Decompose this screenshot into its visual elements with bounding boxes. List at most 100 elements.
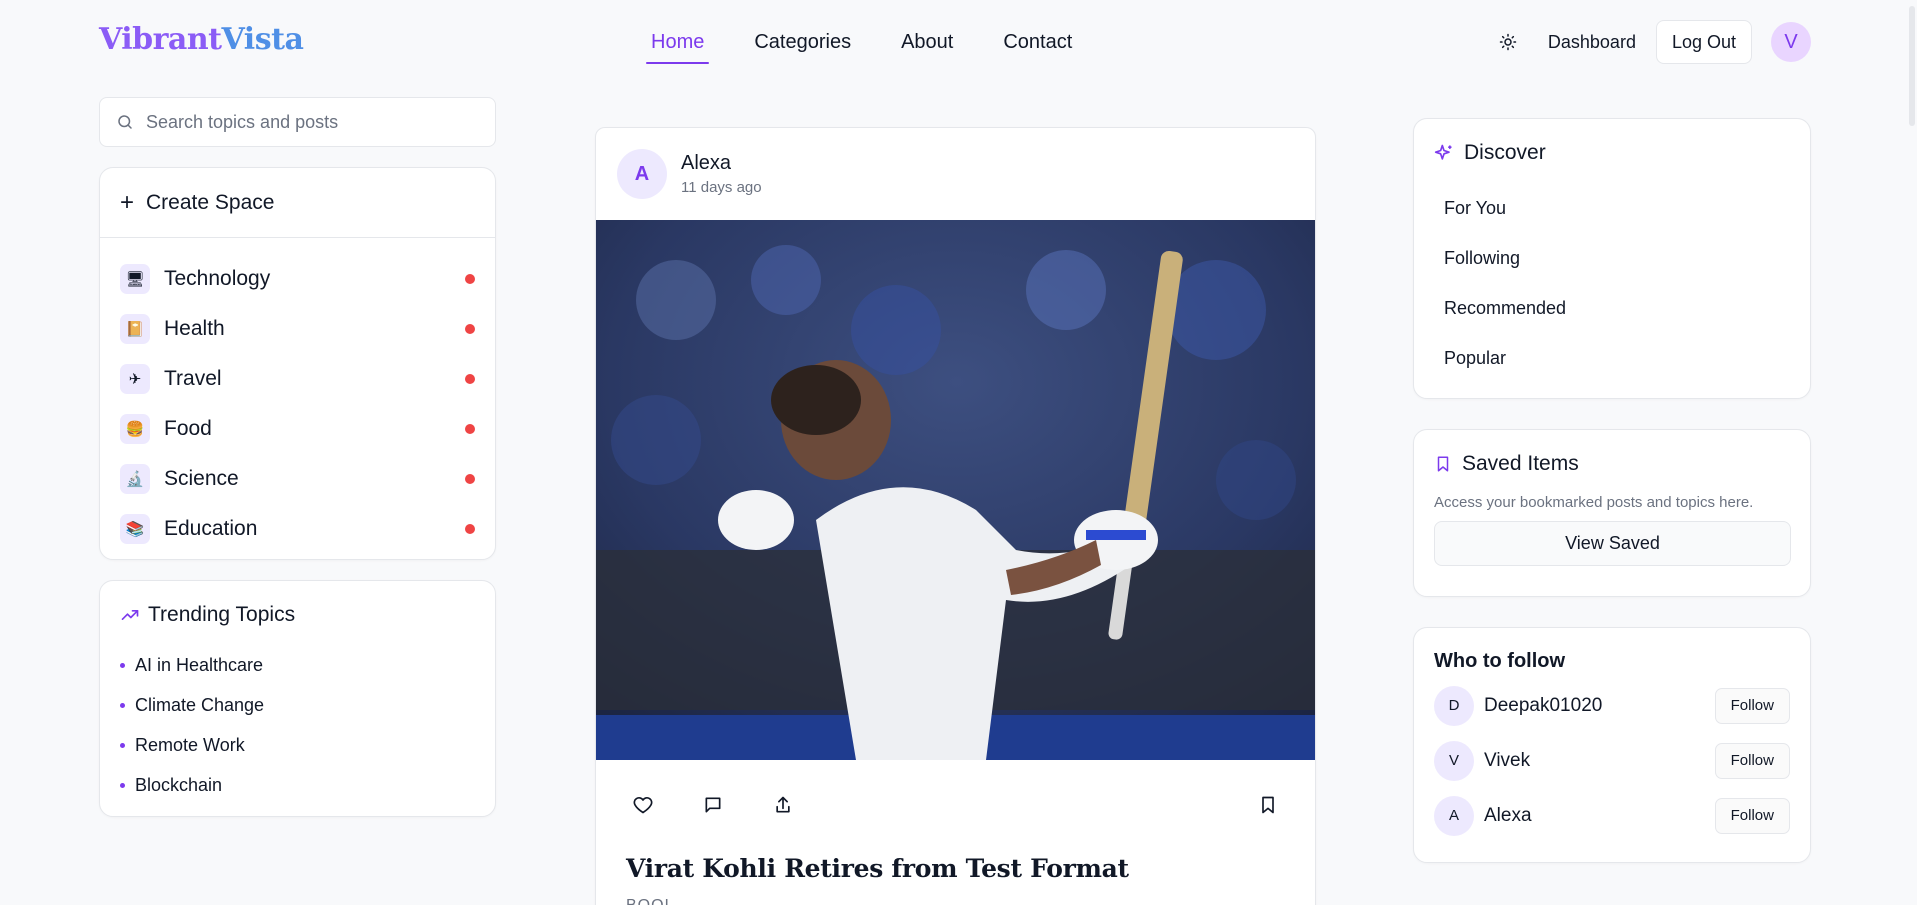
post-card: A Alexa 11 days ago Virat Kohli Retires … (595, 127, 1316, 905)
space-item-technology[interactable]: 🖥 Technology (100, 254, 495, 304)
follow-row: A Alexa Follow (1434, 788, 1790, 843)
trending-title-text: Trending Topics (148, 603, 296, 626)
search-input[interactable] (146, 111, 476, 133)
comment-button[interactable] (701, 793, 725, 817)
discover-item-recommended[interactable]: Recommended (1434, 283, 1790, 333)
nav-categories[interactable]: Categories (749, 21, 856, 64)
avatar[interactable]: V (1434, 740, 1474, 781)
trending-up-icon (121, 610, 139, 620)
unread-dot (465, 274, 475, 284)
space-list: 🖥 Technology 📔 Health ✈ Travel 🍔 Food 🔬 … (100, 238, 495, 554)
unread-dot (465, 524, 475, 534)
brand-part-2: Vista (221, 22, 304, 57)
logout-button[interactable]: Log Out (1655, 20, 1752, 64)
space-item-food[interactable]: 🍔 Food (100, 404, 495, 454)
view-saved-button[interactable]: View Saved (1434, 521, 1791, 566)
discover-item-for-you[interactable]: For You (1434, 183, 1790, 233)
saved-title: Saved Items (1434, 452, 1790, 476)
brand-logo[interactable]: VibrantVista (99, 22, 304, 57)
search-box (99, 97, 496, 147)
unread-dot (465, 374, 475, 384)
bullet-dot (120, 702, 125, 708)
trending-item[interactable]: AI in Healthcare (120, 645, 475, 685)
sparkles-icon (1434, 144, 1452, 160)
share-button[interactable] (771, 793, 795, 817)
post-author-avatar[interactable]: A (617, 149, 667, 199)
trending-item-label: Climate Change (135, 694, 265, 715)
discover-title: Discover (1434, 141, 1790, 165)
follow-user-name[interactable]: Vivek (1484, 750, 1715, 772)
saved-title-text: Saved Items (1462, 452, 1579, 475)
bookmark-icon (1262, 796, 1274, 814)
plus-icon: + (120, 188, 135, 216)
trending-item[interactable]: Remote Work (120, 725, 475, 765)
post-header: A Alexa 11 days ago (596, 128, 1315, 220)
space-label: Technology (164, 267, 271, 290)
brand-part-1: Vibrant (99, 22, 222, 57)
sun-icon (1499, 33, 1517, 51)
user-avatar[interactable]: V (1771, 22, 1811, 62)
trending-item[interactable]: Blockchain (120, 765, 475, 805)
space-label: Food (164, 417, 212, 440)
scrollbar-thumb[interactable] (1909, 6, 1915, 126)
follow-row: D Deepak01020 Follow (1434, 678, 1790, 733)
follow-button[interactable]: Follow (1714, 797, 1790, 834)
discover-item-popular[interactable]: Popular (1434, 333, 1790, 383)
dashboard-link[interactable]: Dashboard (1548, 32, 1636, 53)
create-space-label: Create Space (146, 190, 275, 214)
notebook-icon: 📔 (120, 314, 150, 344)
follow-button[interactable]: Follow (1714, 742, 1790, 779)
top-header: VibrantVista Home Categories About Conta… (0, 0, 1917, 84)
discover-title-text: Discover (1464, 141, 1546, 164)
post-title[interactable]: Virat Kohli Retires from Test Format (596, 854, 1315, 883)
like-button[interactable] (631, 793, 655, 817)
nav-about[interactable]: About (896, 21, 958, 64)
follow-list: D Deepak01020 Follow V Vivek Follow A Al… (1434, 678, 1790, 843)
spaces-card: + Create Space 🖥 Technology 📔 Health ✈ T… (99, 167, 496, 560)
bookmark-button[interactable] (1256, 793, 1280, 817)
discover-item-following[interactable]: Following (1434, 233, 1790, 283)
post-actions (596, 760, 1315, 850)
trending-item-label: Blockchain (135, 774, 223, 795)
nav-contact[interactable]: Contact (998, 21, 1077, 64)
post-image[interactable] (596, 220, 1315, 760)
space-item-education[interactable]: 📚 Education (100, 504, 495, 554)
who-to-follow-card: Who to follow D Deepak01020 Follow V Viv… (1413, 627, 1811, 863)
follow-button[interactable]: Follow (1714, 687, 1790, 724)
bullet-dot (120, 782, 125, 788)
saved-description: Access your bookmarked posts and topics … (1434, 494, 1754, 511)
bookmark-icon (1437, 456, 1449, 472)
comment-icon (705, 797, 721, 813)
main-nav: Home Categories About Contact (646, 0, 1117, 84)
trending-item-label: Remote Work (135, 734, 245, 755)
space-label: Travel (164, 367, 222, 390)
header-actions: Dashboard Log Out V (1490, 20, 1811, 64)
space-item-science[interactable]: 🔬 Science (100, 454, 495, 504)
saved-items-card: Saved Items Access your bookmarked posts… (1413, 429, 1811, 597)
page-scrollbar[interactable] (1905, 0, 1917, 905)
computer-icon: 🖥 (120, 264, 150, 294)
theme-toggle-button[interactable] (1490, 24, 1526, 60)
follow-row: V Vivek Follow (1434, 733, 1790, 788)
follow-user-name[interactable]: Alexa (1484, 805, 1715, 827)
search-icon (118, 115, 132, 129)
post-timestamp: 11 days ago (681, 179, 762, 196)
avatar[interactable]: A (1434, 795, 1474, 836)
space-item-health[interactable]: 📔 Health (100, 304, 495, 354)
space-label: Education (164, 517, 258, 540)
airplane-icon: ✈ (120, 364, 150, 394)
create-space-button[interactable]: + Create Space (100, 168, 495, 238)
who-to-follow-title: Who to follow (1434, 650, 1566, 672)
bullet-dot (120, 742, 125, 748)
unread-dot (465, 324, 475, 334)
follow-user-name[interactable]: Deepak01020 (1484, 695, 1715, 717)
post-tag: BOOL (596, 897, 1315, 905)
post-author-name[interactable]: Alexa (681, 152, 762, 175)
avatar[interactable]: D (1434, 685, 1474, 726)
share-icon (776, 796, 790, 813)
trending-item[interactable]: Climate Change (120, 685, 475, 725)
microscope-icon: 🔬 (120, 464, 150, 494)
nav-home[interactable]: Home (646, 21, 710, 64)
bullet-dot (120, 662, 125, 668)
space-item-travel[interactable]: ✈ Travel (100, 354, 495, 404)
